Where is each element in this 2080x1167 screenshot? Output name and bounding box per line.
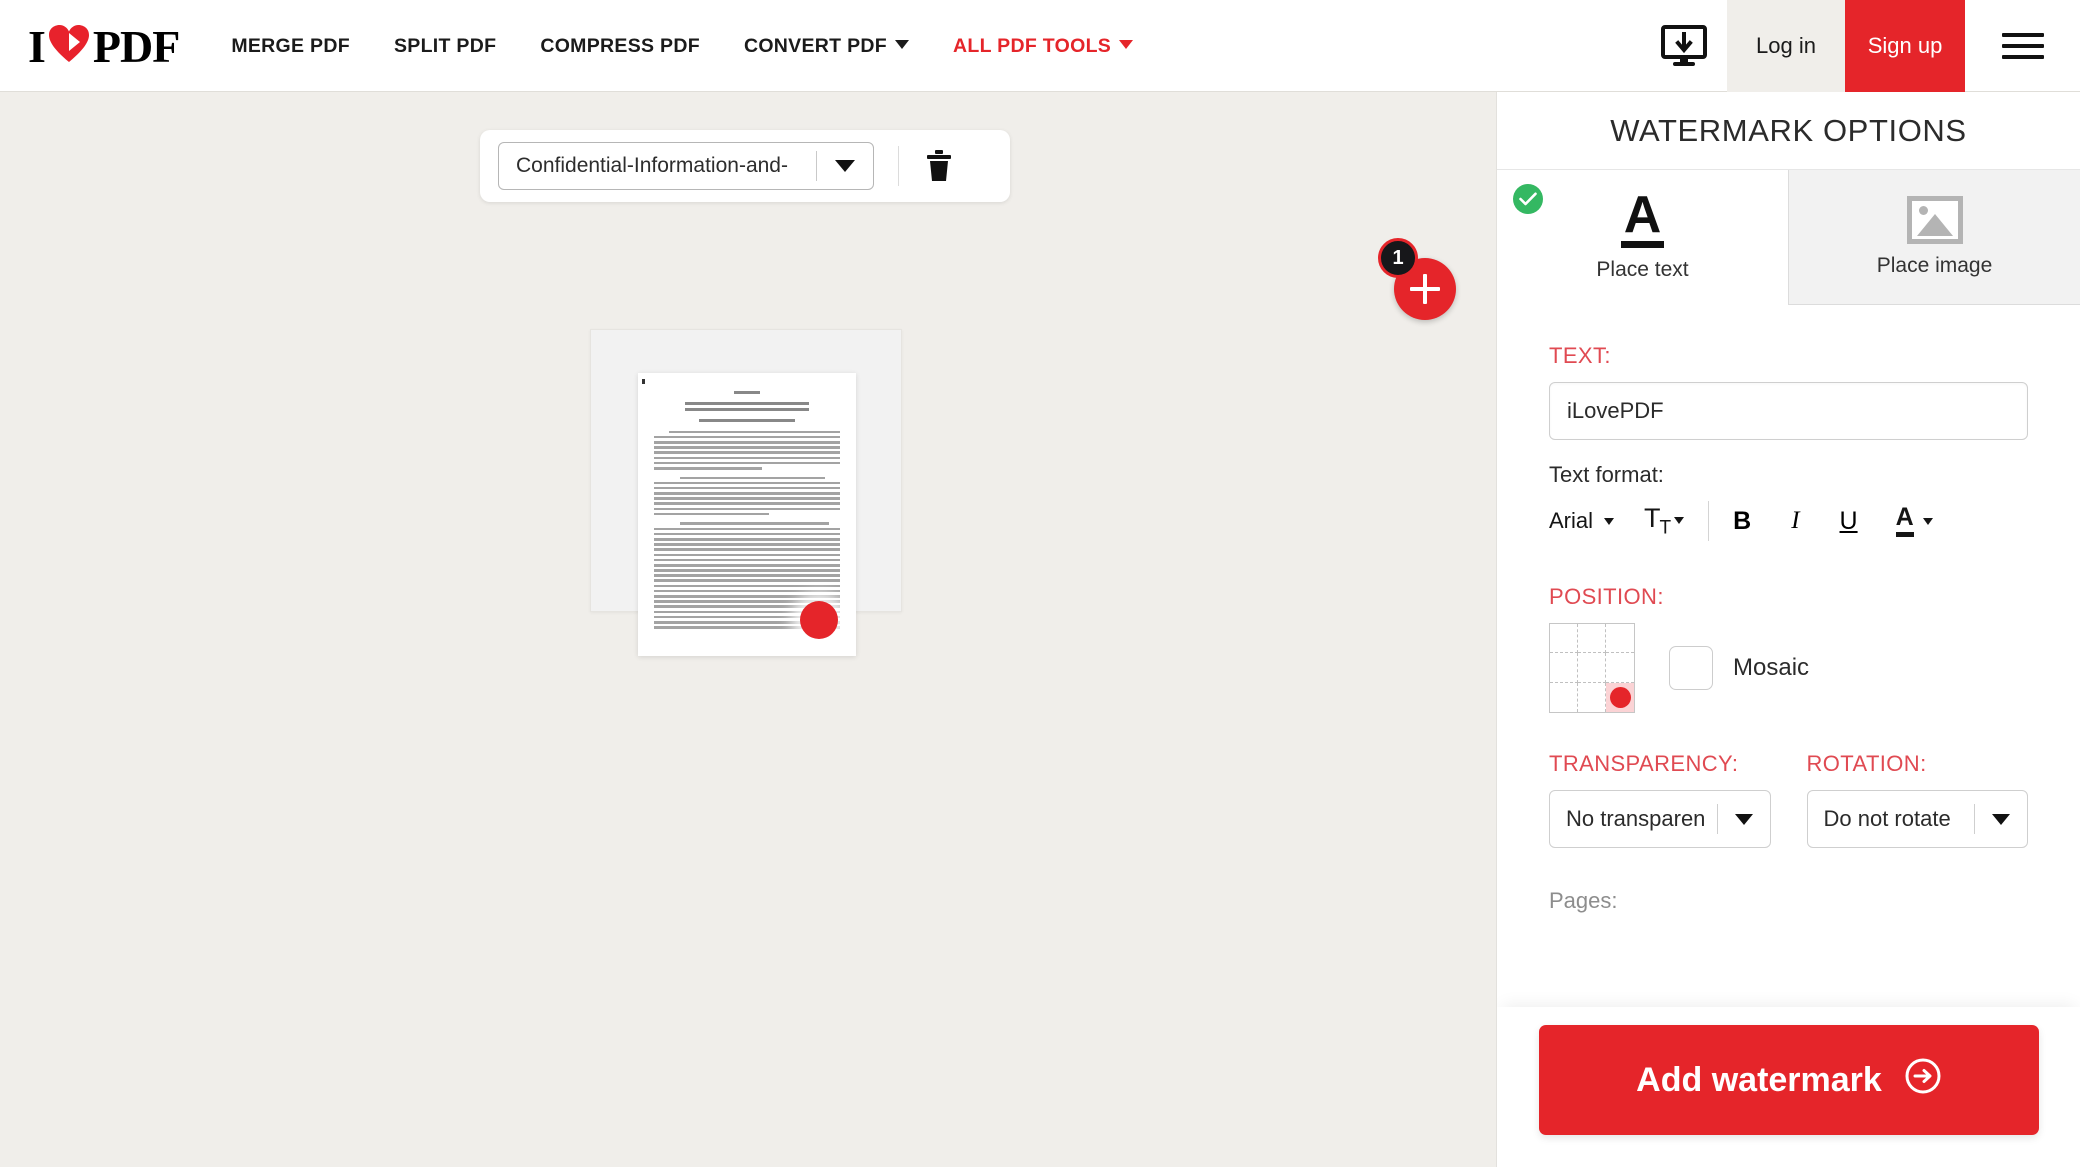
nav-merge-pdf[interactable]: MERGE PDF: [209, 0, 372, 92]
toolbar-divider: [898, 146, 899, 186]
nav-compress-pdf[interactable]: COMPRESS PDF: [518, 0, 722, 92]
document-page-preview: [638, 373, 856, 656]
nav-convert-pdf[interactable]: CONVERT PDF: [722, 0, 931, 92]
arrow-right-circle-icon: [1904, 1057, 1942, 1104]
document-body-text: [638, 430, 856, 629]
position-cell-6[interactable]: [1606, 653, 1634, 683]
document-workspace: Confidential-Information-and- 1: [0, 92, 1496, 1167]
font-size-icon: TT: [1644, 502, 1671, 539]
letter-a-icon: A: [1620, 189, 1665, 249]
font-color-icon: A: [1895, 505, 1914, 537]
bold-button[interactable]: B: [1733, 507, 1751, 536]
position-row: Mosaic: [1549, 623, 2028, 713]
tab-place-image[interactable]: Place image: [1788, 170, 2080, 305]
mosaic-checkbox[interactable]: [1669, 646, 1713, 690]
login-button[interactable]: Log in: [1727, 0, 1845, 92]
position-cell-9[interactable]: [1606, 682, 1634, 712]
text-format-toolbar: Arial TT B I U A: [1549, 496, 2028, 546]
mosaic-label: Mosaic: [1733, 654, 1810, 681]
ilovepdf-logo[interactable]: I PDF: [0, 0, 209, 92]
text-section-label: TEXT:: [1549, 343, 1611, 368]
font-family-value: Arial: [1549, 508, 1594, 533]
position-grid[interactable]: [1549, 623, 1635, 713]
trash-icon: [927, 150, 951, 181]
text-color-selector[interactable]: A: [1895, 505, 1933, 537]
check-circle-icon: [1513, 184, 1543, 214]
nav-label: COMPRESS PDF: [540, 34, 700, 57]
delete-file-button[interactable]: [919, 150, 959, 182]
add-watermark-label: Add watermark: [1636, 1060, 1882, 1099]
position-cell-3[interactable]: [1606, 624, 1634, 654]
tab-label: Place text: [1596, 258, 1689, 282]
transparency-label: TRANSPARENCY:: [1549, 751, 1739, 776]
chevron-down-icon: [1119, 39, 1134, 49]
transparency-value: No transparen: [1566, 806, 1706, 831]
chevron-down-icon: [895, 39, 910, 49]
tab-place-text[interactable]: A Place text: [1497, 170, 1788, 305]
chevron-down-icon: [1604, 517, 1615, 525]
nav-split-pdf[interactable]: SPLIT PDF: [372, 0, 518, 92]
signup-label: Sign up: [1867, 33, 1943, 58]
rotation-select[interactable]: Do not rotate: [1806, 790, 2028, 848]
chevron-down-icon[interactable]: [1975, 813, 2027, 825]
watermark-position-marker[interactable]: [800, 601, 838, 639]
pages-label: Pages:: [1549, 888, 1618, 913]
position-cell-5[interactable]: [1578, 653, 1606, 683]
chevron-down-icon: [1674, 517, 1685, 525]
panel-body: TEXT: Text format: Arial TT B I U A: [1497, 343, 2080, 914]
text-format-label: Text format:: [1549, 462, 1664, 487]
font-size-selector[interactable]: TT: [1644, 502, 1685, 539]
file-name-label: Confidential-Information-and-: [516, 154, 788, 177]
panel-title: WATERMARK OPTIONS: [1497, 92, 2080, 170]
underline-button[interactable]: U: [1840, 507, 1858, 536]
position-cell-2[interactable]: [1578, 624, 1606, 654]
rotation-value: Do not rotate: [1823, 806, 1951, 831]
tab-label: Place image: [1876, 254, 1993, 277]
signup-button[interactable]: Sign up: [1845, 0, 1965, 92]
page-artifact: [642, 379, 645, 384]
nav-label: SPLIT PDF: [393, 34, 497, 57]
nav-all-pdf-tools[interactable]: ALL PDF TOOLS: [931, 0, 1155, 92]
logo-text-i: I: [28, 20, 46, 72]
transparency-select[interactable]: No transparen: [1549, 790, 1771, 848]
document-title-block: [638, 391, 856, 422]
chevron-down-icon[interactable]: [817, 160, 873, 172]
logo-text-pdf: PDF: [92, 20, 180, 72]
cta-zone: Add watermark: [1497, 1007, 2080, 1167]
watermark-mode-tabs: A Place text Place image: [1497, 170, 2080, 305]
nav-label: MERGE PDF: [231, 34, 350, 57]
format-divider: [1708, 501, 1710, 541]
file-count-badge: 1: [1378, 238, 1418, 278]
heart-icon: [48, 22, 90, 75]
desktop-download-icon[interactable]: [1641, 0, 1727, 92]
watermark-options-panel: WATERMARK OPTIONS A Place text Place ima…: [1496, 92, 2080, 1167]
ilovepdf-watermark-app: I PDF MERGE PDF SPLIT PDF COMPRESS PDF C…: [0, 0, 2080, 1167]
watermark-text-input[interactable]: [1549, 382, 2028, 440]
italic-button[interactable]: I: [1791, 507, 1799, 535]
rotation-label: ROTATION:: [1806, 751, 1927, 776]
position-cell-4[interactable]: [1550, 653, 1578, 683]
site-header: I PDF MERGE PDF SPLIT PDF COMPRESS PDF C…: [0, 0, 2080, 92]
hamburger-menu-icon[interactable]: [1965, 0, 2080, 92]
position-cell-7[interactable]: [1550, 682, 1578, 712]
nav-label: ALL PDF TOOLS: [953, 34, 1112, 57]
position-cell-8[interactable]: [1578, 682, 1606, 712]
position-cell-1[interactable]: [1550, 624, 1578, 654]
file-selector-dropdown[interactable]: Confidential-Information-and-: [498, 142, 874, 190]
position-section-label: POSITION:: [1549, 584, 1664, 609]
add-watermark-button[interactable]: Add watermark: [1539, 1025, 2039, 1135]
chevron-down-icon: [1922, 517, 1933, 525]
nav-label: CONVERT PDF: [743, 34, 888, 57]
image-icon: [1906, 196, 1963, 244]
font-family-selector[interactable]: Arial: [1549, 508, 1615, 534]
header-actions: Log in Sign up: [1641, 0, 2080, 92]
page-thumbnail-card[interactable]: [590, 329, 902, 656]
add-file-control: 1: [1378, 238, 1478, 342]
chevron-down-icon[interactable]: [1718, 813, 1770, 825]
transparency-rotation-row: TRANSPARENCY: No transparen ROTATION: Do…: [1549, 713, 2028, 848]
main-navigation: MERGE PDF SPLIT PDF COMPRESS PDF CONVERT…: [209, 0, 1155, 91]
login-label: Log in: [1756, 33, 1816, 58]
file-toolbar: Confidential-Information-and-: [480, 130, 1010, 202]
